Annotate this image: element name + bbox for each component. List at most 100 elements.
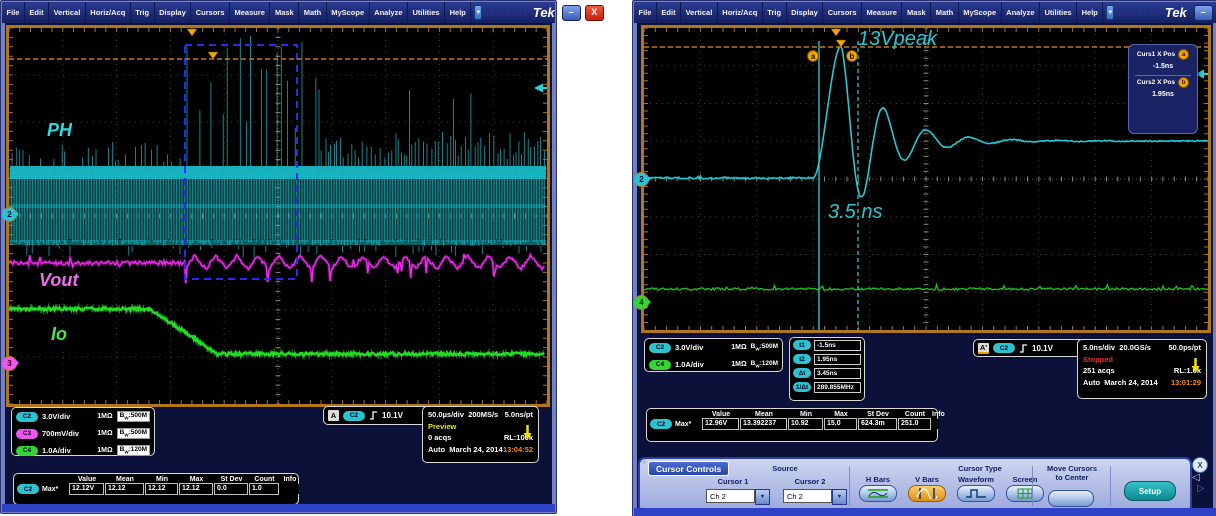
menu-vertical[interactable]: Vertical: [681, 2, 718, 23]
cursor-type-screen-button[interactable]: [1006, 485, 1044, 502]
channel-readout-c4[interactable]: C41.0A/div1MΩBW:120M: [12, 442, 154, 459]
menu-overflow-button[interactable]: ▼: [474, 5, 482, 20]
cursor-value-row: t1-1.5ns: [790, 338, 864, 352]
model-watermark: DPO7354: [482, 8, 529, 18]
move-cursors-button[interactable]: [1048, 490, 1094, 507]
channel-badge[interactable]: C4: [16, 446, 38, 456]
cursor-position-readout: Curs1 X Posa-1.5nsCurs2 X Posb1.95ns: [1128, 44, 1198, 134]
menu-mask[interactable]: Mask: [270, 2, 299, 23]
menu-edit[interactable]: Edit: [657, 2, 681, 23]
meas-header: Max: [179, 476, 214, 483]
left-scope-window: FileEditVerticalHoriz/AcqTrigDisplayCurs…: [0, 0, 557, 514]
menu-file[interactable]: File: [2, 2, 25, 23]
menu-horizacq[interactable]: Horiz/Acq: [86, 2, 131, 23]
right-scope-window: FileEditVerticalHoriz/AcqTrigDisplayCurs…: [632, 0, 1216, 516]
menu-utilities[interactable]: Utilities: [1040, 2, 1077, 23]
minimize-button[interactable]: –: [1194, 5, 1213, 21]
menu-horizacq[interactable]: Horiz/Acq: [718, 2, 763, 23]
cursor-pos-value: 1.95ns: [1133, 88, 1193, 102]
channel-bandwidth: BW:120M: [117, 445, 150, 455]
cursor-type-hbars-button[interactable]: [859, 485, 897, 502]
cursor-badge-a[interactable]: a: [811, 52, 816, 61]
channel-badge[interactable]: C3: [16, 429, 38, 439]
meas-cell: 12.96V: [702, 418, 739, 430]
menu-trig[interactable]: Trig: [131, 2, 155, 23]
meas-cell: 251.0: [898, 418, 931, 430]
meas-header: Mean: [105, 476, 145, 483]
cursor2-source-dropdown[interactable]: Ch 2▼: [783, 489, 847, 505]
meas-cell: [280, 484, 299, 494]
menu-vertical[interactable]: Vertical: [49, 2, 86, 23]
setup-button[interactable]: Setup: [1124, 481, 1176, 501]
cursor-value-badge: Δt: [793, 368, 811, 378]
panel-grip[interactable]: ⠿: [642, 459, 647, 466]
menu-overflow-button[interactable]: ▼: [1106, 5, 1114, 20]
menu-measure[interactable]: Measure: [862, 2, 902, 23]
panel-close-button[interactable]: X: [1192, 457, 1208, 473]
cursor-value: -1.5ns: [814, 340, 861, 351]
channel4-marker[interactable]: 4: [634, 295, 649, 310]
channel-readout-c2[interactable]: C23.0V/div1MΩBW:500M: [12, 408, 154, 425]
cursor1-label: Cursor 1: [708, 477, 758, 486]
menu-display[interactable]: Display: [155, 2, 192, 23]
channel-badge[interactable]: C2: [16, 412, 38, 422]
cursor-badge-b[interactable]: b: [850, 52, 855, 61]
tek-logo: Tek: [1165, 5, 1187, 20]
meas-cell: 12.12: [105, 483, 144, 495]
menu-math[interactable]: Math: [931, 2, 959, 23]
trigger-source-badge[interactable]: C2: [993, 343, 1015, 353]
menu-file[interactable]: File: [634, 2, 657, 23]
left-channel-readouts: C23.0V/div1MΩBW:500MC3700mV/div1MΩBW:500…: [11, 407, 155, 456]
cursor-type-vbars-button[interactable]: [908, 485, 946, 502]
cursor-value-badge: 1/Δt: [793, 382, 811, 392]
menu-display[interactable]: Display: [787, 2, 824, 23]
channel3-marker[interactable]: 3: [2, 356, 17, 371]
left-waveform-display: PHVoutIo: [9, 28, 547, 404]
left-menu-bar: FileEditVerticalHoriz/AcqTrigDisplayCurs…: [2, 2, 471, 23]
menu-myscope[interactable]: MyScope: [959, 2, 1002, 23]
trigger-position-arrow-icon: [523, 424, 532, 441]
channel-impedance: 1MΩ: [97, 413, 112, 420]
menu-analyze[interactable]: Analyze: [1002, 2, 1040, 23]
divider: [1032, 466, 1033, 506]
menu-cursors[interactable]: Cursors: [191, 2, 230, 23]
meas-channel-badge[interactable]: C2: [650, 419, 672, 429]
menu-cursors[interactable]: Cursors: [823, 2, 862, 23]
channel2-marker[interactable]: 2: [2, 207, 17, 222]
annotation-width: 3.5 ns: [828, 201, 882, 223]
meas-header: Min: [788, 411, 824, 418]
menu-myscope[interactable]: MyScope: [327, 2, 370, 23]
menu-math[interactable]: Math: [299, 2, 327, 23]
cursor-pos-label: Curs1 X Posa: [1133, 49, 1193, 60]
menu-mask[interactable]: Mask: [902, 2, 931, 23]
meas-header: Info: [932, 411, 940, 418]
trigger-source-badge[interactable]: C2: [343, 411, 365, 421]
channel-readout-c4[interactable]: C41.0A/div1MΩBW:120M: [645, 356, 782, 373]
menu-analyze[interactable]: Analyze: [370, 2, 408, 23]
menu-measure[interactable]: Measure: [230, 2, 270, 23]
wave-label-vout: Vout: [39, 270, 79, 290]
channel-badge[interactable]: C4: [649, 360, 671, 370]
channel-readout-c3[interactable]: C3700mV/div1MΩBW:500M: [12, 425, 154, 442]
meas-row: C2Max*12.96V13.39223710.9215.0624.3m251.…: [650, 418, 934, 430]
acquisition-status: Preview: [428, 422, 456, 431]
menu-help[interactable]: Help: [1077, 2, 1103, 23]
channel2-marker[interactable]: 2: [634, 172, 649, 187]
menu-help[interactable]: Help: [445, 2, 471, 23]
trigger-level: 10.1V: [382, 411, 403, 420]
channel-badge[interactable]: C2: [649, 343, 671, 353]
channel-readout-c2[interactable]: C23.0V/div1MΩBW:500M: [645, 339, 782, 356]
minimize-button[interactable]: –: [562, 5, 581, 21]
menu-edit[interactable]: Edit: [25, 2, 49, 23]
meas-channel-badge[interactable]: C2: [17, 484, 39, 494]
dropdown-arrow-icon: ▼: [832, 489, 847, 505]
menu-trig[interactable]: Trig: [763, 2, 787, 23]
trigger-a-badge: A: [328, 410, 339, 421]
close-button[interactable]: X: [585, 5, 604, 21]
cursor-type-waveform-button[interactable]: [957, 485, 995, 502]
cursor1-source-dropdown[interactable]: Ch 2▼: [706, 489, 770, 505]
panel-title: Cursor Controls: [648, 461, 729, 476]
channel-scale: 700mV/div: [42, 429, 79, 438]
menu-utilities[interactable]: Utilities: [408, 2, 445, 23]
panel-prev-arrow[interactable]: ◁: [1192, 473, 1200, 483]
